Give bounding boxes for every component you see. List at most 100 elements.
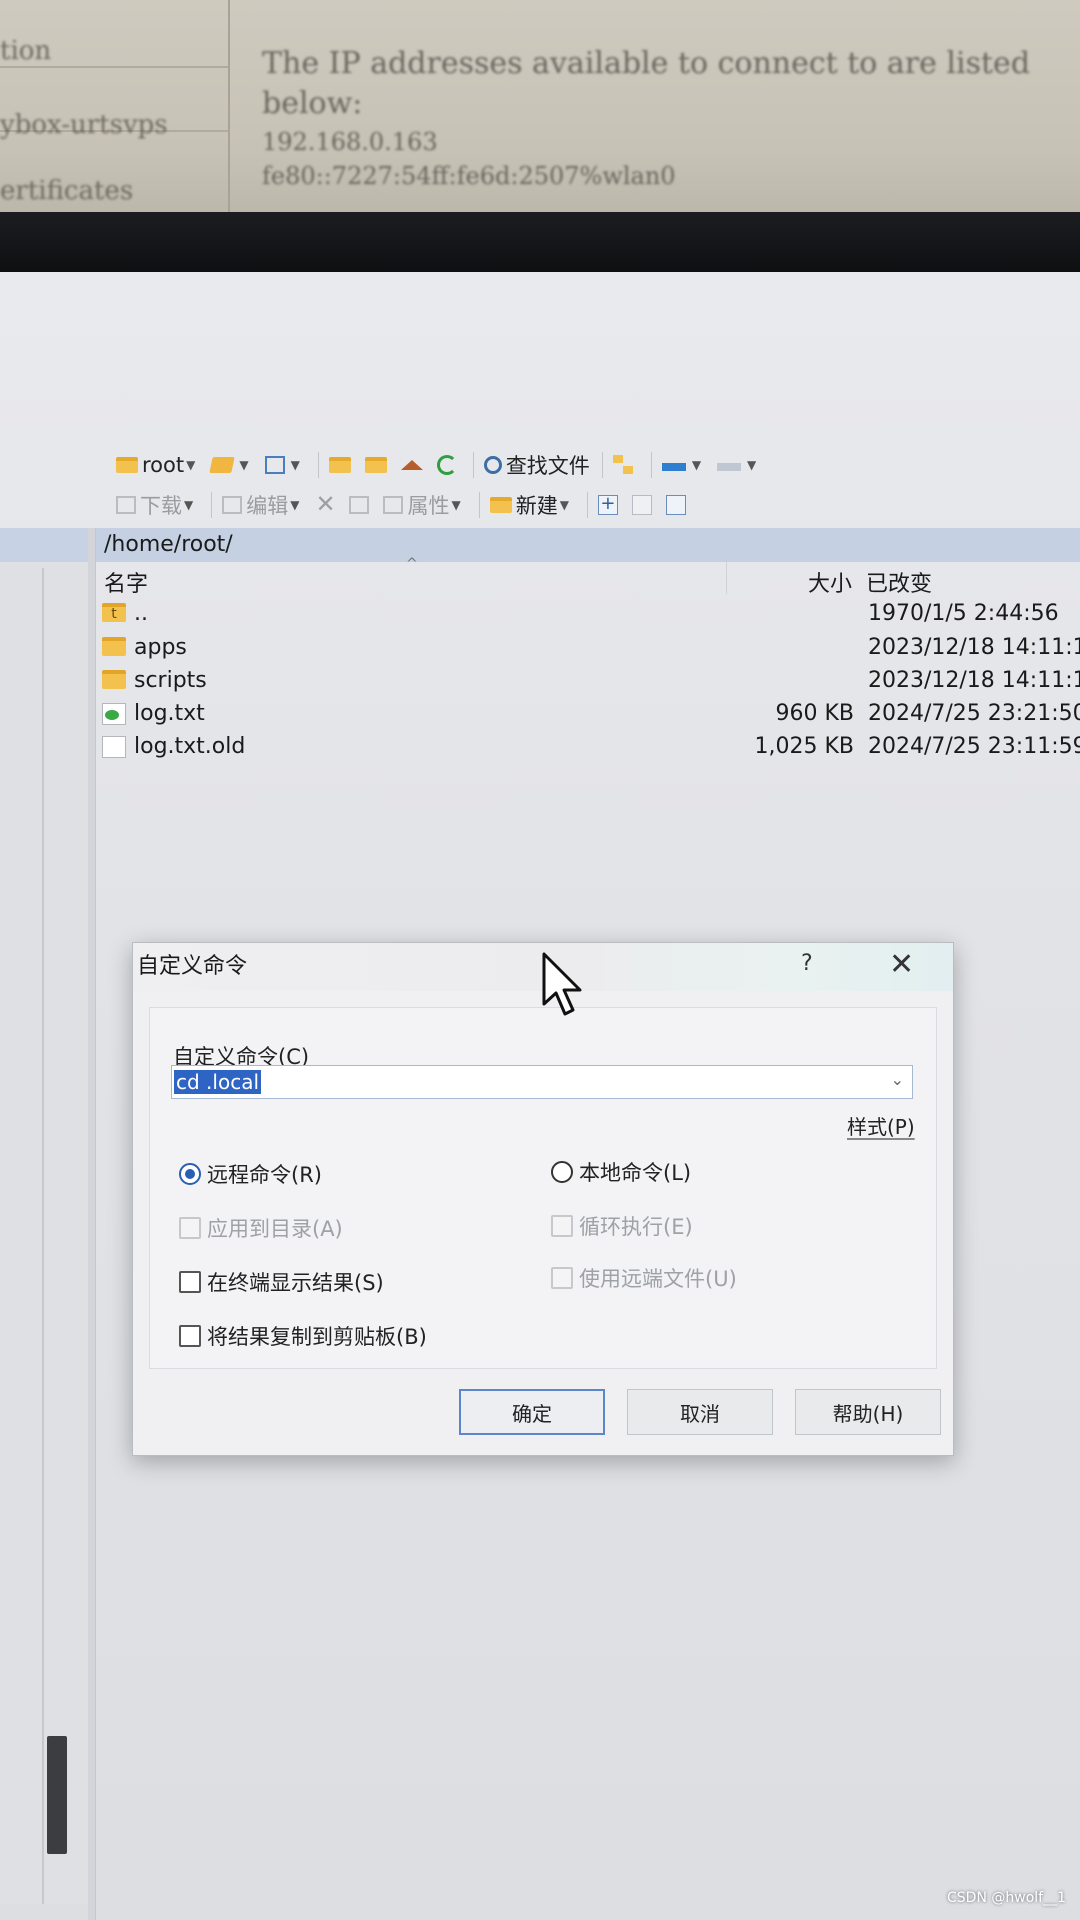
folder-icon bbox=[102, 637, 126, 656]
chevron-down-icon: ▼ bbox=[559, 498, 569, 512]
checkbox-icon bbox=[551, 1267, 573, 1289]
file-name: scripts bbox=[134, 668, 207, 693]
chevron-down-icon: ▼ bbox=[184, 498, 194, 512]
parent-folder-icon bbox=[328, 457, 351, 473]
chevron-down-icon: ▼ bbox=[451, 498, 461, 512]
properties-label: 属性 bbox=[407, 494, 450, 518]
toolbar-separator bbox=[650, 452, 652, 478]
remote-path-bar[interactable]: /home/root/ bbox=[96, 528, 1080, 562]
paper-ip-v6: fe80::7227:54ff:fe6d:2507%wlan0 bbox=[262, 162, 676, 190]
paper-side-text: ybox-urtsvps bbox=[0, 110, 168, 140]
file-row-parent[interactable]: t .. 1970/1/5 2:44:56 bbox=[96, 598, 1080, 631]
file-name: apps bbox=[134, 635, 187, 660]
show-in-terminal-checkbox[interactable]: 在终端显示结果(S) bbox=[179, 1267, 384, 1297]
location-label: root bbox=[142, 453, 185, 477]
close-icon[interactable]: ✕ bbox=[889, 947, 914, 982]
properties-button[interactable]: 属性 ▼ bbox=[379, 488, 470, 522]
watermark: CSDN @hwolf__1 bbox=[947, 1890, 1066, 1906]
remote-command-label: 远程命令(R) bbox=[207, 1163, 322, 1187]
select-add-button[interactable]: + bbox=[594, 488, 626, 522]
cancel-button[interactable]: 取消 bbox=[627, 1389, 773, 1435]
local-command-radio[interactable]: 本地命令(L) bbox=[551, 1157, 691, 1187]
column-name-header[interactable]: 名字 bbox=[104, 566, 148, 598]
select-remove-button[interactable] bbox=[628, 488, 660, 522]
new-label: 新建 bbox=[515, 494, 558, 518]
command-combobox[interactable]: cd .local ⌄ bbox=[171, 1065, 913, 1099]
tree-toggle-button[interactable] bbox=[609, 448, 643, 482]
toolbar-separator bbox=[317, 452, 319, 478]
paper-row-rule bbox=[0, 66, 228, 68]
style-link[interactable]: 样式(P) bbox=[847, 1111, 915, 1140]
mouse-pointer-icon bbox=[542, 952, 582, 1016]
radio-selected-icon bbox=[179, 1163, 201, 1185]
rename-button[interactable] bbox=[345, 488, 377, 522]
file-row-scripts[interactable]: scripts 2023/12/18 14:11:1 bbox=[96, 665, 1080, 698]
column-modified-header[interactable]: 已改变 bbox=[866, 566, 932, 598]
filter-button[interactable]: ▼ bbox=[261, 448, 310, 482]
forward-button[interactable]: ▼ bbox=[713, 448, 766, 482]
refresh-button[interactable] bbox=[433, 448, 465, 482]
remote-toolbar: root ▼ ▼ ▼ 查找文件 ▼ ▼ bbox=[112, 446, 768, 484]
chevron-down-icon[interactable]: ⌄ bbox=[891, 1070, 904, 1089]
file-modified: 2023/12/18 14:11:1 bbox=[868, 668, 1080, 693]
file-row-log-old[interactable]: log.txt.old 1,025 KB 2024/7/25 23:11:59 bbox=[96, 731, 1080, 764]
edit-label: 编辑 bbox=[246, 494, 289, 518]
delete-button[interactable]: ✕ bbox=[311, 488, 343, 522]
file-icon bbox=[102, 736, 126, 758]
arrow-right-icon bbox=[717, 463, 742, 471]
checkbox-icon bbox=[179, 1325, 201, 1347]
plus-icon: + bbox=[597, 495, 618, 515]
download-button[interactable]: 下载 ▼ bbox=[112, 488, 203, 522]
background-paper: tion ybox-urtsvps ertificates The IP add… bbox=[0, 0, 1080, 215]
chevron-down-icon: ▼ bbox=[239, 458, 249, 472]
edit-button[interactable]: 编辑 ▼ bbox=[218, 488, 309, 522]
toolbar-separator bbox=[601, 452, 603, 478]
home-button[interactable] bbox=[397, 448, 431, 482]
paper-side-text: tion bbox=[0, 36, 52, 66]
back-button[interactable]: ▼ bbox=[658, 448, 711, 482]
chevron-down-icon: ▼ bbox=[290, 498, 300, 512]
loop-execute-checkbox[interactable]: 循环执行(E) bbox=[551, 1211, 693, 1241]
download-icon bbox=[116, 496, 136, 514]
find-files-button[interactable]: 查找文件 bbox=[480, 448, 594, 482]
parent-dir-button[interactable] bbox=[325, 448, 359, 482]
apply-to-dirs-checkbox[interactable]: 应用到目录(A) bbox=[179, 1213, 343, 1243]
radio-unselected-icon bbox=[551, 1161, 573, 1183]
dialog-title: 自定义命令 bbox=[137, 954, 248, 979]
local-command-label: 本地命令(L) bbox=[579, 1161, 692, 1185]
download-label: 下载 bbox=[140, 494, 182, 518]
refresh-icon bbox=[436, 455, 457, 475]
remote-file-toolbar: 下载 ▼ 编辑 ▼ ✕ 属性 ▼ 新建 ▼ + bbox=[112, 486, 696, 524]
root-dir-button[interactable] bbox=[361, 448, 395, 482]
rename-icon bbox=[349, 496, 370, 514]
toolbar-separator bbox=[478, 492, 480, 518]
toolbar-separator bbox=[472, 452, 474, 478]
local-path-bar bbox=[0, 528, 88, 562]
location-dropdown[interactable]: root ▼ bbox=[112, 448, 205, 482]
remote-command-radio[interactable]: 远程命令(R) bbox=[179, 1159, 322, 1189]
select-filter-button[interactable] bbox=[662, 488, 694, 522]
column-size-header[interactable]: 大小 bbox=[808, 566, 852, 598]
open-folder-button[interactable]: ▼ bbox=[207, 448, 258, 482]
pane-splitter[interactable] bbox=[88, 528, 96, 1920]
folder-icon bbox=[102, 670, 126, 689]
delete-icon: ✕ bbox=[315, 490, 336, 518]
column-divider[interactable] bbox=[726, 562, 727, 594]
local-pane-column-line bbox=[42, 568, 44, 1904]
file-row-log[interactable]: log.txt 960 KB 2024/7/25 23:21:50 bbox=[96, 698, 1080, 731]
ok-button[interactable]: 确定 bbox=[459, 1389, 605, 1435]
show-in-terminal-label: 在终端显示结果(S) bbox=[207, 1271, 384, 1295]
use-remote-files-checkbox[interactable]: 使用远端文件(U) bbox=[551, 1263, 737, 1293]
file-modified: 2023/12/18 14:11:1 bbox=[868, 635, 1080, 660]
loop-execute-label: 循环执行(E) bbox=[579, 1215, 693, 1239]
help-button[interactable]: 帮助(H) bbox=[795, 1389, 941, 1435]
file-row-apps[interactable]: apps 2023/12/18 14:11:1 bbox=[96, 632, 1080, 665]
root-folder-icon bbox=[364, 457, 387, 473]
help-icon[interactable]: ? bbox=[801, 951, 813, 976]
home-icon bbox=[400, 460, 423, 470]
new-button[interactable]: 新建 ▼ bbox=[486, 488, 579, 522]
file-size: 1,025 KB bbox=[754, 734, 855, 759]
copy-to-clipboard-checkbox[interactable]: 将结果复制到剪贴板(B) bbox=[179, 1321, 427, 1351]
command-input-value[interactable]: cd .local bbox=[174, 1070, 262, 1094]
local-pane-scrollbar[interactable] bbox=[47, 1736, 67, 1854]
